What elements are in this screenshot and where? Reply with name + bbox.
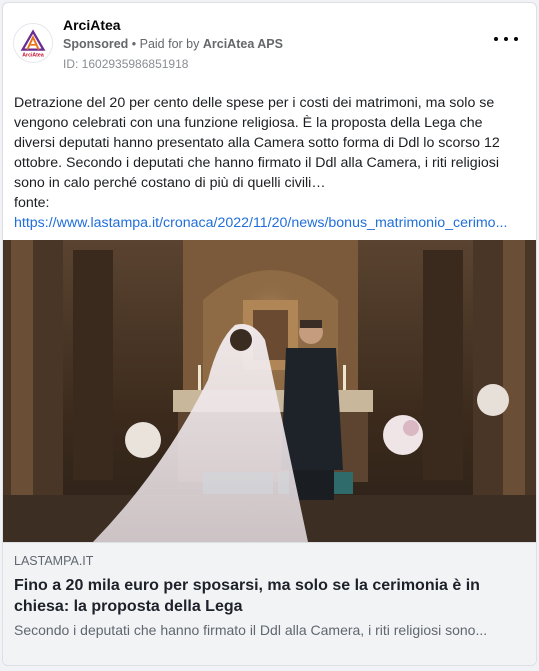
- wedding-ceremony-photo: [3, 240, 536, 542]
- more-horizontal-icon: [504, 37, 508, 41]
- logo-wordmark: ArciAtea: [22, 52, 44, 58]
- page-name[interactable]: ArciAtea: [63, 17, 121, 33]
- source-link[interactable]: https://www.lastampa.it/cronaca/2022/11/…: [14, 213, 526, 233]
- sponsored-line: Sponsored • Paid for by ArciAtea APS: [63, 37, 283, 51]
- more-options-button[interactable]: [494, 31, 518, 47]
- more-horizontal-icon: [514, 37, 518, 41]
- link-description: Secondo i deputati che hanno firmato il …: [14, 622, 488, 638]
- page-avatar[interactable]: ArciAtea: [13, 23, 53, 63]
- sponsored-label[interactable]: Sponsored: [63, 37, 128, 51]
- ad-id: ID: 1602935986851918: [63, 57, 189, 71]
- link-domain: LASTAMPA.IT: [14, 554, 94, 568]
- sponsored-post-card: ArciAtea ArciAtea Sponsored • Paid for b…: [2, 2, 537, 666]
- post-header: ArciAtea ArciAtea Sponsored • Paid for b…: [3, 3, 536, 83]
- post-body: Detrazione del 20 per cento delle spese …: [14, 93, 526, 233]
- payer-name: ArciAtea APS: [202, 37, 283, 51]
- post-body-paragraph: Detrazione del 20 per cento delle spese …: [14, 95, 500, 191]
- more-horizontal-icon: [494, 37, 498, 41]
- link-title[interactable]: Fino a 20 mila euro per sposarsi, ma sol…: [14, 575, 519, 617]
- link-preview-card[interactable]: LASTAMPA.IT Fino a 20 mila euro per spos…: [3, 542, 536, 665]
- post-image-wedding[interactable]: [3, 240, 536, 542]
- paid-for-prefix: • Paid for by: [128, 37, 203, 51]
- arciatea-logo-icon: ArciAtea: [14, 24, 52, 62]
- source-label: fonte:: [14, 195, 50, 211]
